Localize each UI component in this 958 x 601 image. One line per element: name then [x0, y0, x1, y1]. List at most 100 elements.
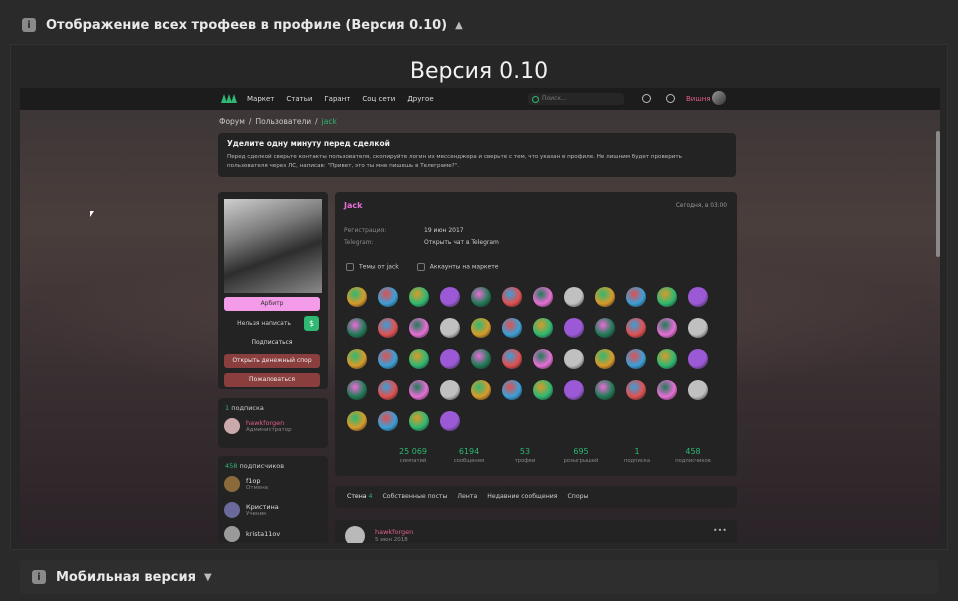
spoiler-title: Отображение всех трофеев в профиле (Верс…	[46, 17, 448, 33]
avatar[interactable]	[712, 91, 726, 105]
nav-item-other[interactable]: Другое	[407, 95, 433, 103]
trophy-badge-icon[interactable]	[657, 349, 677, 369]
cannot-write-label: Нельзя написать	[237, 320, 291, 327]
trophy-badge-icon[interactable]	[564, 349, 584, 369]
search-input[interactable]: Поиск...	[528, 93, 624, 105]
trophy-badge-icon[interactable]	[595, 318, 615, 338]
trophy-badge-icon[interactable]	[533, 287, 553, 307]
trophy-badge-icon[interactable]	[440, 349, 460, 369]
telegram-label: Telegram:	[344, 239, 374, 246]
trophy-badge-icon[interactable]	[688, 349, 708, 369]
trophy-badge-icon[interactable]	[378, 287, 398, 307]
list-item[interactable]: krista11ov	[224, 526, 280, 542]
tab-own-posts[interactable]: Собственные посты	[382, 493, 447, 500]
trophy-badge-icon[interactable]	[378, 318, 398, 338]
breadcrumb-users[interactable]: Пользователи	[255, 117, 311, 126]
trophy-badge-icon[interactable]	[564, 380, 584, 400]
tab-feed[interactable]: Лента	[457, 493, 477, 500]
trophy-badge-icon[interactable]	[657, 380, 677, 400]
trophy-badge-icon[interactable]	[440, 287, 460, 307]
trophy-badge-icon[interactable]	[564, 287, 584, 307]
trophy-badge-icon[interactable]	[409, 287, 429, 307]
breadcrumb-forum[interactable]: Форум	[219, 117, 245, 126]
stat-likes[interactable]: 25 069 симпатий	[385, 447, 441, 464]
trophy-badge-icon[interactable]	[502, 318, 522, 338]
trophy-badge-icon[interactable]	[533, 380, 553, 400]
more-icon[interactable]: •••	[713, 526, 727, 535]
nav-item-market[interactable]: Маркет	[247, 95, 274, 103]
trophy-badge-icon[interactable]	[471, 287, 491, 307]
trophy-badge-icon[interactable]	[595, 380, 615, 400]
trophy-badge-icon[interactable]	[347, 349, 367, 369]
nav-item-articles[interactable]: Статьи	[286, 95, 312, 103]
followers-block: 458 подписчиков f1op Отмена Кристина Учени…	[218, 456, 328, 543]
trophy-badge-icon[interactable]	[471, 318, 491, 338]
trophy-badge-icon[interactable]	[347, 318, 367, 338]
spoiler-header[interactable]: i Отображение всех трофеев в профиле (Ве…	[10, 8, 948, 42]
nav-username[interactable]: Вишня	[686, 95, 711, 103]
trophy-badge-icon[interactable]	[595, 287, 615, 307]
trophy-badge-icon[interactable]	[440, 411, 460, 431]
trophy-badge-icon[interactable]	[626, 287, 646, 307]
open-dispute-button[interactable]: Открыть денежный спор	[224, 354, 320, 368]
site-logo-icon[interactable]	[220, 93, 238, 104]
nav-item-guarantor[interactable]: Гарант	[324, 95, 350, 103]
trophy-badge-icon[interactable]	[347, 380, 367, 400]
trophy-badge-icon[interactable]	[533, 349, 553, 369]
scrollbar[interactable]	[936, 131, 940, 257]
trophy-badge-icon[interactable]	[564, 318, 584, 338]
accounts-checkbox[interactable]: Аккаунты на маркете	[417, 263, 499, 271]
trophy-badge-icon[interactable]	[471, 380, 491, 400]
chat-icon[interactable]	[642, 94, 651, 103]
trophy-badge-icon[interactable]	[688, 318, 708, 338]
trophy-badge-icon[interactable]	[409, 318, 429, 338]
person-name: krista11ov	[246, 530, 281, 538]
trophy-badge-icon[interactable]	[657, 318, 677, 338]
topics-checkbox[interactable]: Темы от jack	[346, 263, 399, 271]
trophy-badge-icon[interactable]	[440, 380, 460, 400]
post-author[interactable]: hawkforgen	[375, 528, 413, 536]
list-item[interactable]: Кристина Ученик	[224, 502, 279, 518]
stat-subscriptions[interactable]: 1 подписка	[609, 447, 665, 464]
trophy-badge-icon[interactable]	[657, 287, 677, 307]
trophy-badge-icon[interactable]	[502, 349, 522, 369]
trophy-badge-icon[interactable]	[626, 349, 646, 369]
list-item[interactable]: f1op Отмена	[224, 476, 268, 492]
bell-icon[interactable]	[666, 94, 675, 103]
tab-wall[interactable]: Стена 4	[347, 493, 372, 500]
stat-trophies[interactable]: 53 трофеи	[497, 447, 553, 464]
trophy-badge-icon[interactable]	[626, 318, 646, 338]
mobile-spoiler-header[interactable]: i Мобильная версия ▼	[20, 560, 938, 594]
stat-giveaways[interactable]: 695 розыгрышей	[553, 447, 609, 464]
trophy-badge-icon[interactable]	[688, 287, 708, 307]
trophy-badge-icon[interactable]	[626, 380, 646, 400]
trophy-badge-icon[interactable]	[502, 287, 522, 307]
person-name: Кристина	[246, 503, 279, 511]
trophy-badge-icon[interactable]	[378, 349, 398, 369]
avatar[interactable]	[345, 526, 365, 543]
trophy-badge-icon[interactable]	[502, 380, 522, 400]
trophy-badge-icon[interactable]	[347, 287, 367, 307]
trophy-badge-icon[interactable]	[595, 349, 615, 369]
stat-messages[interactable]: 6194 сообщения	[441, 447, 497, 464]
trophy-badge-icon[interactable]	[409, 349, 429, 369]
trophy-badge-icon[interactable]	[347, 411, 367, 431]
telegram-link[interactable]: Открыть чат в Telegram	[424, 239, 499, 246]
trophy-badge-icon[interactable]	[378, 380, 398, 400]
report-button[interactable]: Пожаловаться	[224, 373, 320, 387]
nav-item-social[interactable]: Соц сети	[362, 95, 395, 103]
trophy-badge-icon[interactable]	[409, 380, 429, 400]
subscribe-button[interactable]: Подписаться	[224, 336, 320, 350]
tab-recent-messages[interactable]: Недавние сообщения	[487, 493, 557, 500]
list-item[interactable]: hawkforgen Администратор	[224, 418, 292, 434]
dollar-button[interactable]: $	[304, 316, 319, 331]
trophy-badge-icon[interactable]	[688, 380, 708, 400]
trophy-badge-icon[interactable]	[440, 318, 460, 338]
trophy-badge-icon[interactable]	[409, 411, 429, 431]
registration-value: 19 июн 2017	[424, 227, 464, 234]
trophy-badge-icon[interactable]	[471, 349, 491, 369]
trophy-badge-icon[interactable]	[533, 318, 553, 338]
stat-followers[interactable]: 458 подписчиков	[665, 447, 721, 464]
tab-disputes[interactable]: Споры	[567, 493, 588, 500]
trophy-badge-icon[interactable]	[378, 411, 398, 431]
